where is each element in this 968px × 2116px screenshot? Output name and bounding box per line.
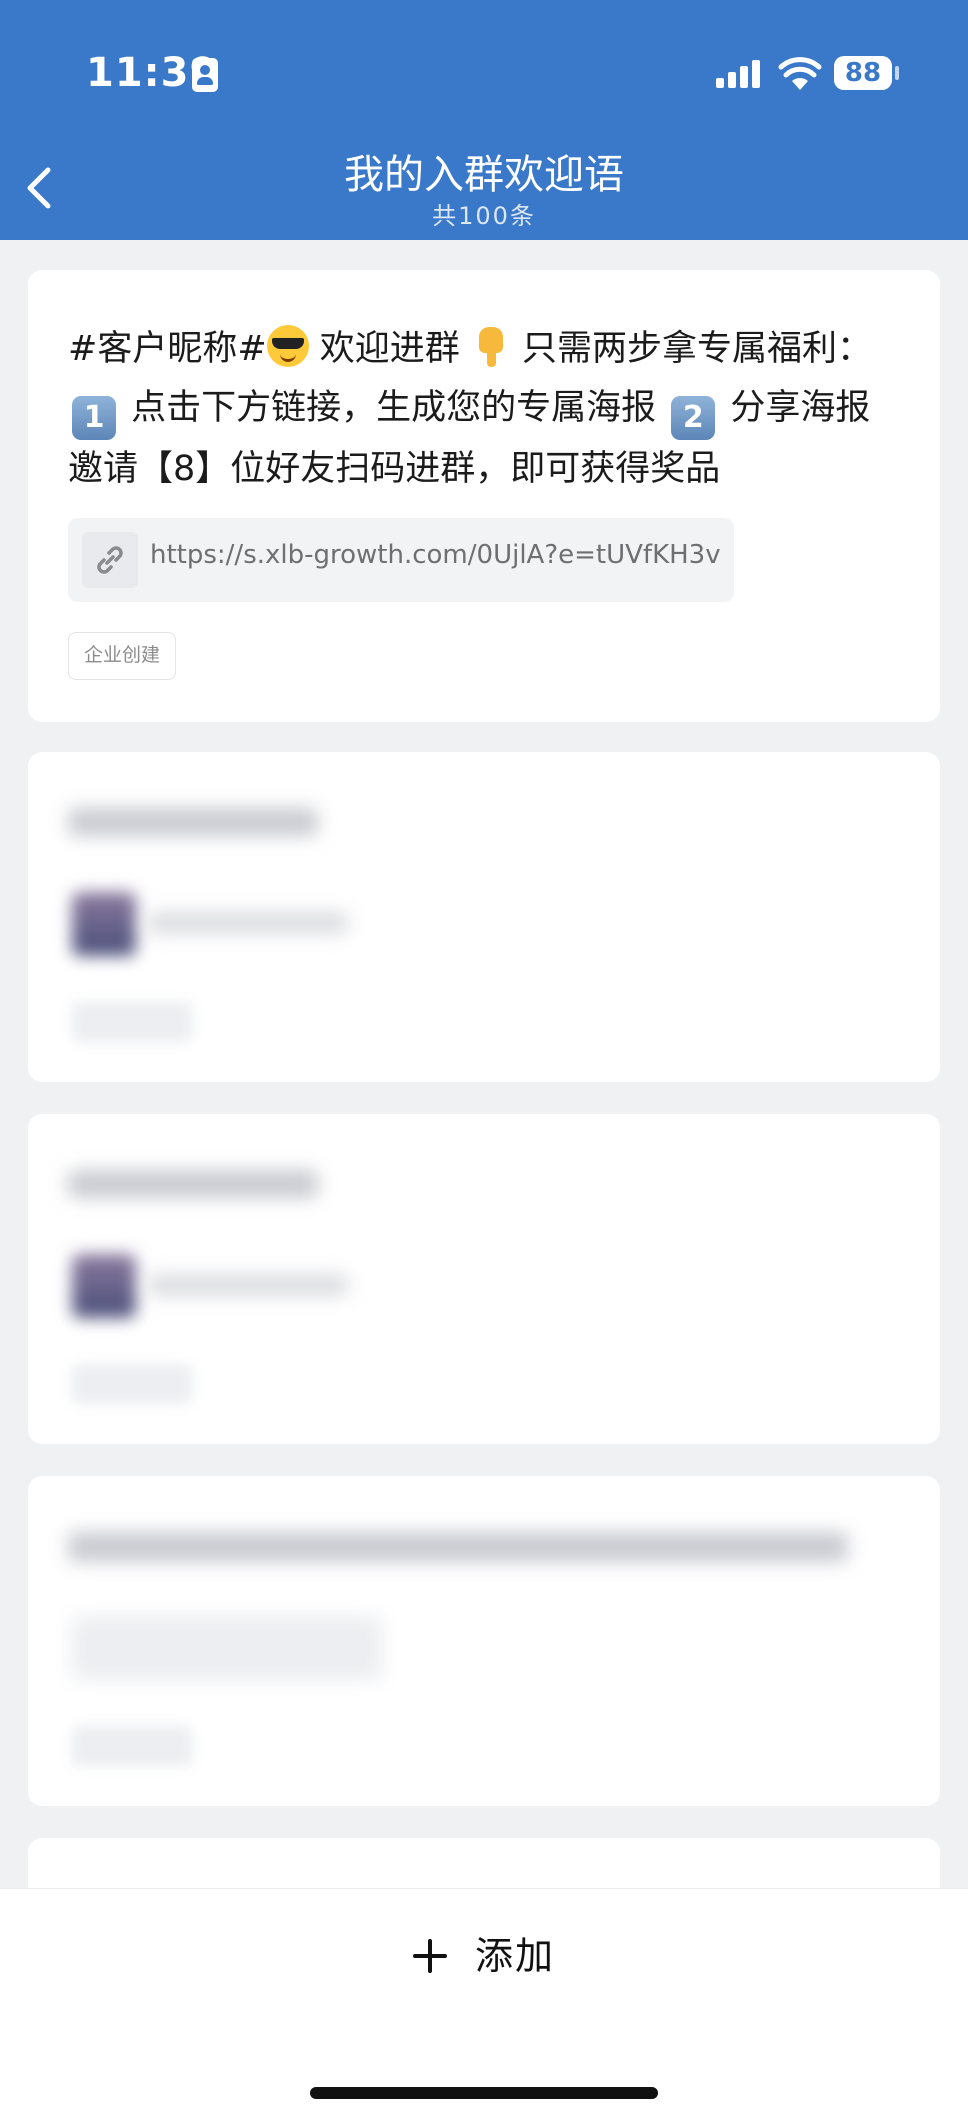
source-tag: 企业创建	[68, 632, 176, 680]
blurred-tag	[72, 1364, 192, 1404]
blurred-text	[68, 808, 318, 836]
plus-icon	[412, 1939, 447, 1973]
home-indicator	[310, 2087, 658, 2099]
keycap-2-icon: 2	[671, 396, 716, 440]
sunglasses-emoji-icon	[266, 325, 309, 367]
cellular-signal-icon	[716, 60, 762, 88]
blurred-link	[72, 1616, 382, 1680]
battery-cap	[895, 66, 899, 80]
wifi-icon	[778, 57, 822, 90]
pointing-down-emoji-icon	[471, 325, 511, 367]
keycap-1-icon: 1	[72, 396, 116, 440]
msg-seg: 欢迎进群	[308, 329, 471, 369]
link-icon	[82, 532, 138, 588]
blurred-text	[68, 1170, 318, 1198]
add-button[interactable]: 添加	[0, 1925, 968, 1997]
welcome-message-card-blurred[interactable]	[28, 1476, 940, 1806]
blurred-thumbnail	[72, 892, 136, 956]
msg-seg: 点击下方链接，生成您的专属海报	[120, 388, 668, 428]
contact-card-icon	[192, 58, 218, 92]
header: 11:39 88 我的入群欢迎语 共100条	[0, 0, 968, 240]
blurred-text	[68, 1532, 848, 1562]
page-title: 我的入群欢迎语	[344, 152, 624, 198]
battery-icon: 88	[834, 56, 892, 90]
msg-seg: #客户昵称#	[68, 329, 267, 369]
blurred-tag	[72, 1002, 192, 1042]
blurred-tag	[72, 1726, 192, 1766]
status-bar: 11:39 88	[0, 0, 968, 140]
page-subtitle: 共100条	[432, 202, 536, 230]
welcome-message-card-blurred[interactable]	[28, 1114, 940, 1444]
link-attachment[interactable]: https://s.xlb-growth.com/0UjlA?e=tUVfKH3…	[68, 518, 734, 602]
bottom-bar: 添加	[0, 1888, 968, 2116]
blurred-thumbnail	[72, 1254, 136, 1318]
add-label: 添加	[474, 1934, 555, 1978]
link-url: https://s.xlb-growth.com/0UjlA?e=tUVfKH3…	[150, 540, 721, 570]
blurred-text	[148, 912, 348, 934]
msg-seg: 只需两步拿专属福利：	[510, 329, 873, 369]
welcome-message-card-blurred[interactable]	[28, 752, 940, 1082]
welcome-message-card[interactable]: #客户昵称# 欢迎进群 只需两步拿专属福利： 1 点击下方链接，生成您的专属海报…	[28, 270, 940, 722]
blurred-text	[148, 1274, 348, 1296]
welcome-message-text: #客户昵称# 欢迎进群 只需两步拿专属福利： 1 点击下方链接，生成您的专属海报…	[68, 320, 898, 499]
